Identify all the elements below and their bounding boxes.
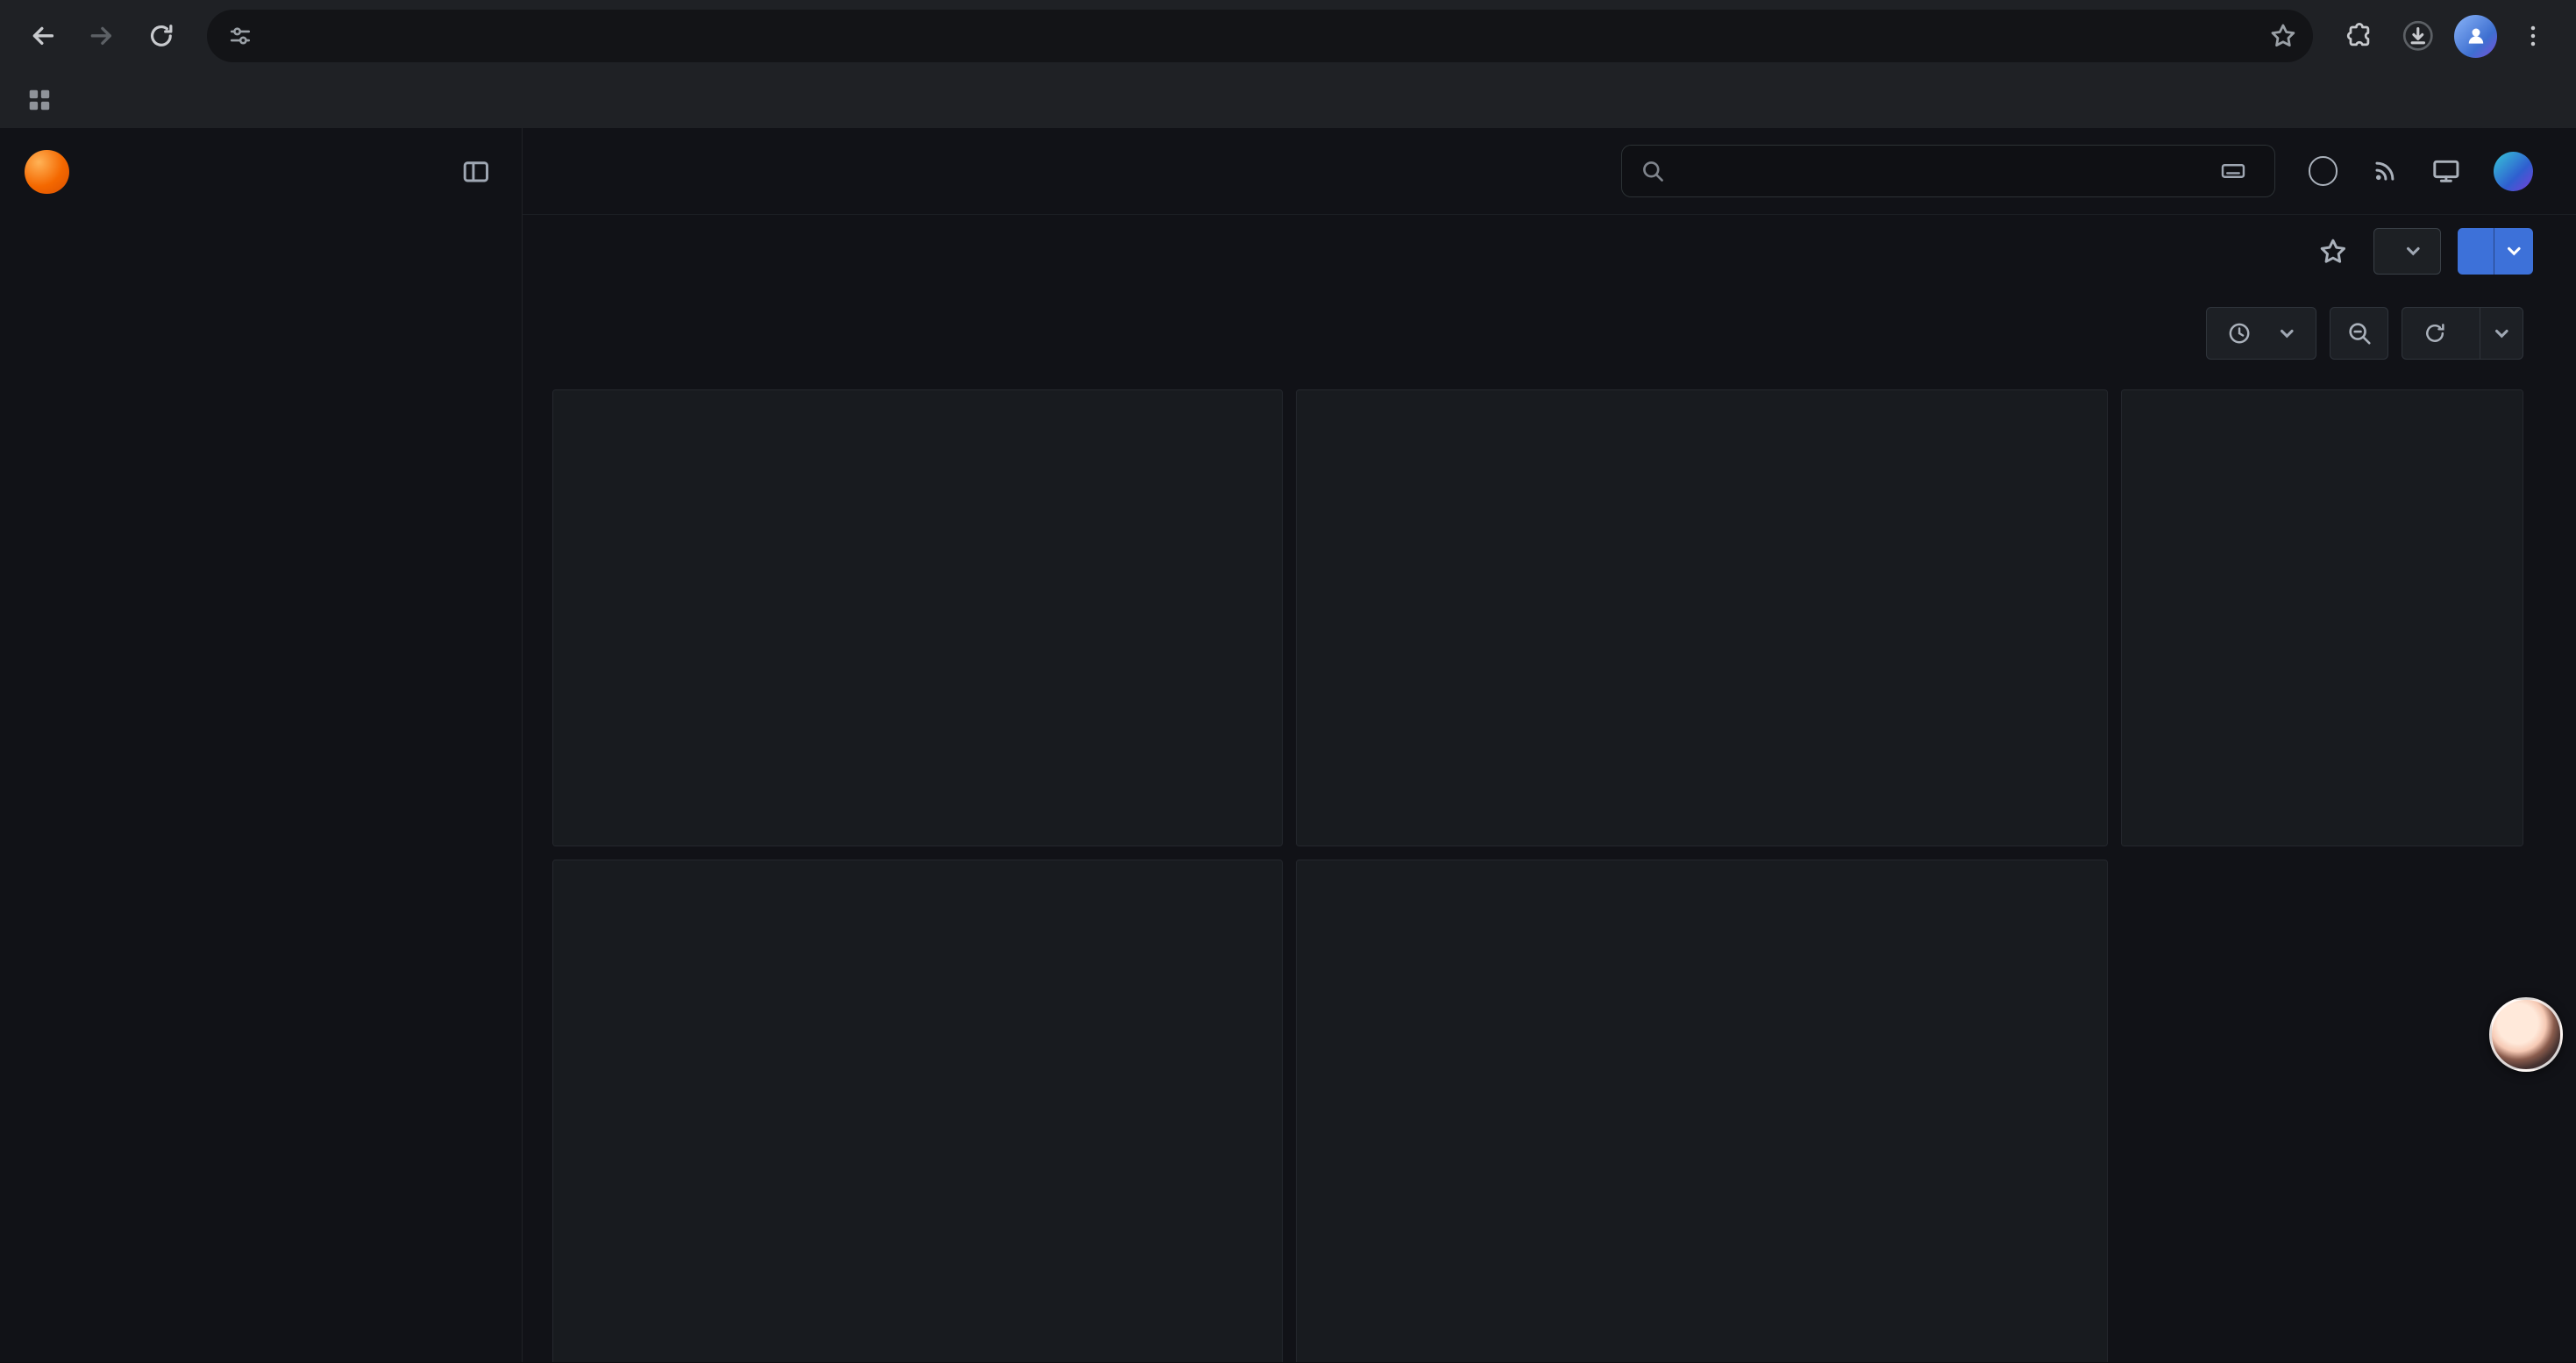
address-bar[interactable] [207,10,2313,62]
back-button[interactable] [17,10,69,62]
display-icon[interactable] [2431,156,2461,186]
clock-icon [2227,321,2252,346]
panel-total-requests-per-minute [552,389,1284,846]
grafana-logo[interactable] [25,150,69,195]
floating-extension-avatar[interactable] [2489,997,2563,1071]
legend-table [843,885,1263,1359]
chevron-down-icon [2505,242,2523,260]
refresh-button[interactable] [2402,307,2480,360]
search-shortcut [2220,158,2256,184]
line-chart [573,428,839,834]
favorite-star-icon[interactable] [2308,227,2357,276]
chevron-down-icon [2404,242,2423,260]
site-settings-icon[interactable] [227,23,253,49]
line-chart [573,895,842,1359]
dashboard-actions [523,218,2576,284]
refresh-icon [2423,321,2447,346]
news-icon[interactable] [2371,157,2399,185]
browser-window [0,0,2576,1362]
downloads-icon[interactable] [2392,10,2444,62]
sidebar-header [0,128,522,215]
panel-errors-per-second [2121,389,2523,846]
browser-menu-icon[interactable] [2507,10,2559,62]
sidebar-nav [0,215,522,247]
grafana-sidebar [0,128,523,1362]
apps-grid-icon[interactable] [26,87,53,113]
bookmarks-bar [0,72,2576,128]
time-controls [523,304,2576,363]
help-icon[interactable] [2309,156,2338,186]
legend-table [843,415,1263,834]
keyboard-icon [2220,158,2246,184]
header-icons [2309,152,2550,191]
time-range-picker[interactable] [2206,307,2316,360]
series-color-swatch [1317,455,1340,460]
panel-requests-under-100ms [1296,860,2108,1362]
dashboard-canvas [523,363,2576,1362]
zoom-out-icon [2346,320,2373,346]
grafana-header [523,128,2576,215]
panel-average-response-time [552,860,1284,1362]
zoom-out-button[interactable] [2330,307,2388,360]
legend-table [1775,885,2087,1359]
refresh-interval-caret[interactable] [2480,307,2523,360]
share-button[interactable] [2458,228,2494,274]
search-icon [1640,159,1665,183]
chevron-down-icon [2278,325,2296,343]
share-caret-button[interactable] [2494,228,2533,274]
browser-toolbar [0,0,2576,72]
panel-request-per-minute [1296,389,2108,846]
bar-chart [1317,895,1775,1359]
chevron-down-icon [2493,325,2511,343]
sidebar-toggle-icon[interactable] [461,157,497,187]
reload-button[interactable] [135,10,188,62]
extensions-icon[interactable] [2333,10,2386,62]
chart-legend [1317,438,2088,477]
bookmark-star-icon[interactable] [2269,22,2297,50]
no-data-message [2141,402,2502,834]
export-button[interactable] [2373,228,2441,274]
grafana-profile-avatar[interactable] [2494,152,2533,191]
forward-button[interactable] [75,10,128,62]
search-input[interactable] [1621,145,2275,197]
browser-profile-avatar[interactable] [2454,15,2497,58]
